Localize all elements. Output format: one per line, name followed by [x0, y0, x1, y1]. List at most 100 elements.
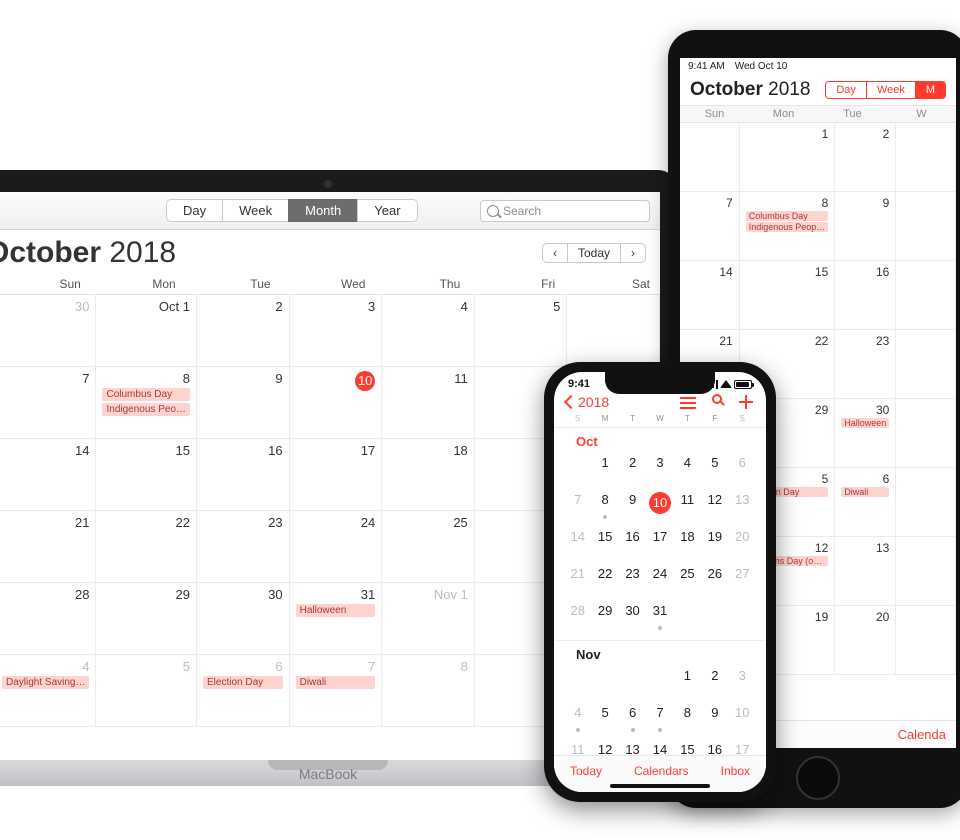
ipad-day-cell[interactable] — [896, 468, 956, 537]
iphone-day-cell[interactable]: 7 — [646, 701, 673, 738]
ipad-day-cell[interactable] — [896, 399, 956, 468]
ipad-day-cell[interactable] — [896, 606, 956, 675]
iphone-day-cell[interactable]: 25 — [674, 562, 701, 599]
mac-day-cell[interactable]: 30 — [197, 583, 290, 655]
iphone-day-cell[interactable]: 2 — [619, 451, 646, 488]
iphone-day-cell[interactable]: 10 — [729, 701, 756, 738]
mac-day-cell[interactable]: 16 — [197, 439, 290, 511]
ipad-event-chip[interactable]: Halloween — [841, 418, 889, 428]
iphone-day-cell[interactable]: 5 — [701, 451, 728, 488]
mac-day-cell[interactable]: 14 — [0, 439, 96, 511]
mac-day-cell[interactable]: 23 — [197, 511, 290, 583]
iphone-day-cell[interactable]: 4 — [674, 451, 701, 488]
ipad-day-cell[interactable] — [896, 330, 956, 399]
iphone-day-cell[interactable]: 11 — [674, 488, 701, 525]
iphone-day-cell[interactable]: 2 — [701, 664, 728, 701]
iphone-day-cell[interactable]: 7 — [564, 488, 591, 525]
mac-today-button[interactable]: Today — [567, 243, 621, 263]
mac-day-cell[interactable]: 6Election Day — [197, 655, 290, 727]
ipad-day-cell[interactable]: 15 — [740, 261, 836, 330]
ipad-day-cell[interactable] — [680, 123, 740, 192]
iphone-day-cell[interactable]: 21 — [564, 562, 591, 599]
iphone-calendars-button[interactable]: Calendars — [634, 764, 689, 778]
mac-event-chip[interactable]: Indigenous Peo… — [102, 403, 190, 416]
iphone-day-cell[interactable]: 9 — [701, 701, 728, 738]
mac-day-cell[interactable]: 7Diwali — [290, 655, 383, 727]
add-event-icon[interactable] — [738, 394, 754, 410]
iphone-day-cell[interactable]: 30 — [619, 599, 646, 636]
iphone-day-cell[interactable]: 6 — [729, 451, 756, 488]
iphone-day-cell[interactable] — [619, 664, 646, 701]
mac-day-cell[interactable]: 22 — [96, 511, 197, 583]
iphone-day-cell[interactable]: 14 — [564, 525, 591, 562]
iphone-day-cell[interactable]: 5 — [591, 701, 618, 738]
ipad-day-cell[interactable]: 30Halloween — [835, 399, 896, 468]
ipad-day-cell[interactable]: 8Columbus DayIndigenous Peop… — [740, 192, 836, 261]
mac-day-cell[interactable]: 25 — [382, 511, 475, 583]
ipad-home-button[interactable] — [796, 756, 840, 800]
mac-day-cell[interactable]: 18 — [382, 439, 475, 511]
ipad-calendars-button[interactable]: Calenda — [898, 727, 946, 742]
iphone-day-cell[interactable]: 29 — [591, 599, 618, 636]
ipad-day-cell[interactable]: 16 — [835, 261, 896, 330]
iphone-day-cell[interactable]: 31 — [646, 599, 673, 636]
mac-day-cell[interactable]: 9 — [197, 367, 290, 439]
ipad-day-cell[interactable] — [896, 123, 956, 192]
iphone-day-cell[interactable]: 23 — [619, 562, 646, 599]
mac-day-cell[interactable]: 11 — [382, 367, 475, 439]
iphone-day-cell[interactable]: 17 — [646, 525, 673, 562]
iphone-day-cell[interactable]: 28 — [564, 599, 591, 636]
mac-day-cell[interactable]: 3 — [290, 295, 383, 367]
ipad-day-cell[interactable]: 7 — [680, 192, 740, 261]
iphone-day-cell[interactable]: 9 — [619, 488, 646, 525]
iphone-inbox-button[interactable]: Inbox — [721, 764, 750, 778]
iphone-day-cell[interactable]: 26 — [701, 562, 728, 599]
mac-day-cell[interactable]: Oct 1 — [96, 295, 197, 367]
ipad-day-cell[interactable] — [896, 261, 956, 330]
mac-day-cell[interactable]: 28 — [0, 583, 96, 655]
ipad-day-cell[interactable]: 1 — [740, 123, 836, 192]
iphone-day-cell[interactable] — [701, 599, 728, 636]
ipad-day-cell[interactable]: 2 — [835, 123, 896, 192]
iphone-day-cell[interactable]: 15 — [591, 525, 618, 562]
mac-day-cell[interactable]: 21 — [0, 511, 96, 583]
mac-view-day-button[interactable]: Day — [166, 199, 223, 222]
mac-view-month-button[interactable]: Month — [288, 199, 358, 222]
iphone-day-cell[interactable]: 12 — [701, 488, 728, 525]
mac-day-cell[interactable]: 10 — [290, 367, 383, 439]
mac-event-chip[interactable]: Halloween — [296, 604, 376, 617]
ipad-view-week-button[interactable]: Week — [866, 81, 916, 99]
ipad-event-chip[interactable]: Columbus Day — [746, 211, 829, 221]
mac-view-year-button[interactable]: Year — [357, 199, 417, 222]
iphone-day-cell[interactable]: 22 — [591, 562, 618, 599]
mac-day-cell[interactable]: 2 — [197, 295, 290, 367]
ipad-view-m-button[interactable]: M — [915, 81, 946, 99]
ipad-day-cell[interactable] — [896, 537, 956, 606]
iphone-day-cell[interactable] — [646, 664, 673, 701]
iphone-day-cell[interactable]: 1 — [674, 664, 701, 701]
iphone-day-cell[interactable]: 20 — [729, 525, 756, 562]
iphone-day-cell[interactable] — [564, 664, 591, 701]
mac-search-field[interactable]: Search — [480, 200, 650, 222]
iphone-day-cell[interactable] — [729, 599, 756, 636]
iphone-day-cell[interactable] — [674, 599, 701, 636]
ipad-day-cell[interactable]: 14 — [680, 261, 740, 330]
iphone-day-cell[interactable]: 1 — [591, 451, 618, 488]
mac-day-cell[interactable]: Nov 1 — [382, 583, 475, 655]
search-icon[interactable] — [712, 394, 722, 404]
mac-next-month-button[interactable]: › — [620, 243, 646, 263]
mac-day-cell[interactable]: 5 — [96, 655, 197, 727]
mac-prev-month-button[interactable]: ‹ — [542, 243, 568, 263]
iphone-day-cell[interactable] — [591, 664, 618, 701]
mac-day-cell[interactable]: 4Daylight Saving… — [0, 655, 96, 727]
iphone-today-button[interactable]: Today — [570, 764, 602, 778]
mac-day-cell[interactable]: 24 — [290, 511, 383, 583]
ipad-day-cell[interactable]: 9 — [835, 192, 896, 261]
iphone-day-cell[interactable]: 10 — [646, 488, 673, 525]
ipad-day-cell[interactable]: 13 — [835, 537, 896, 606]
iphone-day-cell[interactable]: 3 — [646, 451, 673, 488]
mac-event-chip[interactable]: Diwali — [296, 676, 376, 689]
iphone-back-button[interactable]: 2018 — [566, 394, 609, 410]
iphone-day-cell[interactable]: 18 — [674, 525, 701, 562]
ipad-event-chip[interactable]: Diwali — [841, 487, 889, 497]
